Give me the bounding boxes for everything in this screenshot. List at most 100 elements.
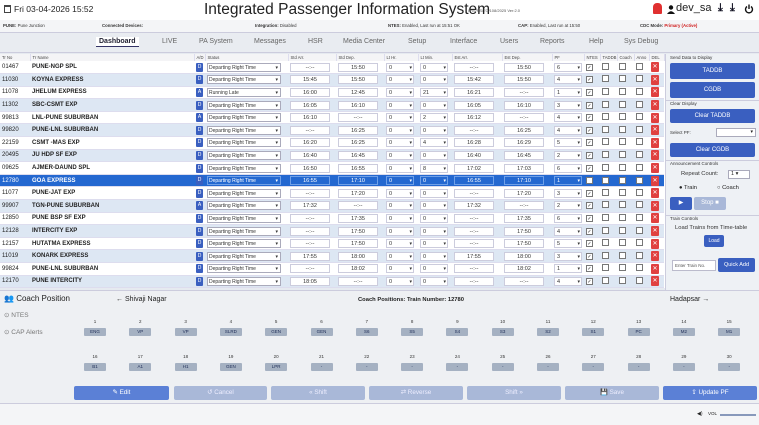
delete-icon[interactable]: ✕ [651, 125, 659, 136]
ntes-checkbox[interactable]: ✓ [586, 88, 593, 96]
coach-checkbox[interactable] [619, 264, 626, 272]
tab-media-center[interactable]: Media Center [343, 38, 385, 45]
late-hours-select[interactable]: 0 [386, 100, 414, 110]
est-arr-field[interactable]: 16:40 [454, 150, 494, 160]
late-min-select[interactable]: 21 [420, 87, 448, 97]
late-hours-select[interactable]: 0 [386, 125, 414, 135]
est-dep-field[interactable]: 15:50 [504, 62, 544, 72]
coach-label[interactable]: - [627, 363, 650, 371]
pf-select[interactable]: 5 [554, 239, 582, 249]
coach-label[interactable]: VP [174, 328, 197, 336]
status-select[interactable]: Departing Right Time [207, 201, 281, 211]
update-pf-button[interactable]: ⇪ Update PF [663, 386, 757, 400]
est-dep-field[interactable]: 17:50 [504, 226, 544, 236]
std-arr-field[interactable]: --:-- [290, 62, 330, 72]
pf-select[interactable]: 1 [554, 87, 582, 97]
est-arr-field[interactable]: --:-- [454, 213, 494, 223]
coach-label[interactable]: GEN [310, 328, 333, 336]
coach-label[interactable]: GEN [265, 328, 288, 336]
ntes-checkbox[interactable]: ✓ [586, 240, 593, 248]
std-arr-field[interactable]: --:-- [290, 213, 330, 223]
train-radio[interactable]: ● Train [679, 185, 697, 191]
tab-reports[interactable]: Reports [540, 38, 565, 45]
pf-select[interactable]: 6 [554, 213, 582, 223]
taddb-checkbox[interactable] [602, 251, 609, 259]
std-dep-field[interactable]: 17:50 [338, 239, 378, 249]
anno-checkbox[interactable] [636, 113, 643, 121]
pf-select[interactable]: 4 [554, 75, 582, 85]
status-select[interactable]: Departing Right Time [207, 176, 281, 186]
std-arr-field[interactable]: 18:05 [290, 276, 330, 286]
std-dep-field[interactable]: 18:00 [338, 251, 378, 261]
save-button[interactable]: 💾 Save [565, 386, 659, 400]
column-header[interactable]: Tr No [0, 54, 31, 61]
std-arr-field[interactable]: 16:20 [290, 138, 330, 148]
late-min-select[interactable]: 0 [420, 150, 448, 160]
coach-checkbox[interactable] [619, 201, 626, 209]
est-arr-field[interactable]: 16:21 [454, 87, 494, 97]
late-hours-select[interactable]: 0 [386, 87, 414, 97]
devices-status[interactable]: Connected Devices: [102, 23, 143, 28]
coach-checkbox[interactable] [619, 188, 626, 196]
status-select[interactable]: Departing Right Time [207, 75, 281, 85]
late-hours-select[interactable]: 0 [386, 188, 414, 198]
coach-checkbox[interactable] [619, 62, 626, 70]
pf-select[interactable]: 2 [554, 150, 582, 160]
est-arr-field[interactable]: 16:28 [454, 138, 494, 148]
late-hours-select[interactable]: 0 [386, 150, 414, 160]
status-select[interactable]: Departing Right Time [207, 276, 281, 286]
coach-checkbox[interactable] [619, 239, 626, 247]
bell-icon[interactable] [653, 3, 662, 14]
column-header[interactable]: Coach [617, 54, 635, 61]
late-hours-select[interactable]: 0 [386, 276, 414, 286]
late-hours-select[interactable]: 0 [386, 213, 414, 223]
column-header[interactable]: Anno [634, 54, 650, 61]
status-select[interactable]: Departing Right Time [207, 100, 281, 110]
coach-label[interactable]: - [582, 363, 605, 371]
est-dep-field[interactable]: 17:35 [504, 213, 544, 223]
coach-label[interactable]: - [537, 363, 559, 371]
ntes-checkbox[interactable]: ✓ [586, 151, 593, 159]
coach-checkbox[interactable] [619, 251, 626, 259]
est-dep-field[interactable]: 15:50 [504, 75, 544, 85]
ntes-checkbox[interactable]: ✓ [586, 164, 593, 172]
anno-checkbox[interactable] [636, 239, 643, 247]
column-header[interactable]: Status [205, 54, 289, 61]
std-arr-field[interactable]: 16:05 [290, 100, 330, 110]
tab-help[interactable]: Help [589, 38, 603, 45]
repeat-count-select[interactable]: 1 ▾ [728, 170, 750, 179]
download-icon[interactable]: ⤓ [718, 2, 723, 15]
taddb-checkbox[interactable] [602, 163, 609, 171]
coach-checkbox[interactable] [619, 87, 626, 95]
cancel-button[interactable]: ↺ Cancel [174, 386, 267, 400]
coach-label[interactable]: - [355, 363, 378, 371]
delete-icon[interactable]: ✕ [651, 226, 659, 237]
late-min-select[interactable]: 0 [420, 100, 448, 110]
pf-select[interactable]: 6 [554, 163, 582, 173]
coach-label[interactable]: - [672, 363, 695, 371]
coach-label[interactable]: B1 [84, 363, 106, 371]
std-arr-field[interactable]: 16:40 [290, 150, 330, 160]
anno-checkbox[interactable] [636, 226, 643, 234]
delete-icon[interactable]: ✕ [651, 200, 659, 211]
std-arr-field[interactable]: 16:00 [290, 87, 330, 97]
delete-icon[interactable]: ✕ [651, 137, 659, 148]
tab-messages[interactable]: Messages [254, 38, 286, 45]
taddb-checkbox[interactable] [602, 239, 609, 247]
taddb-checkbox[interactable] [602, 100, 609, 108]
late-min-select[interactable]: 0 [420, 213, 448, 223]
table-row[interactable]: 11077 PUNE-JAT EXP D Departing Right Tim… [0, 186, 664, 201]
shift-right-button[interactable]: Shift » [467, 386, 561, 400]
ntes-checkbox[interactable]: ✓ [586, 277, 593, 285]
est-dep-field[interactable]: 16:10 [504, 100, 544, 110]
ntes-checkbox[interactable]: ✓ [586, 189, 593, 197]
taddb-checkbox[interactable] [602, 113, 609, 121]
late-min-select[interactable]: 0 [420, 176, 448, 186]
table-row[interactable]: 22159 CSMT -MAS EXP D Departing Right Ti… [0, 136, 664, 150]
pf-select[interactable]: 6 [554, 62, 582, 72]
anno-checkbox[interactable] [636, 138, 643, 146]
late-min-select[interactable]: 0 [420, 226, 448, 236]
late-min-select[interactable]: 0 [420, 264, 448, 274]
ntes-checkbox[interactable]: ✓ [586, 202, 593, 210]
std-dep-field[interactable]: --:-- [338, 113, 378, 123]
